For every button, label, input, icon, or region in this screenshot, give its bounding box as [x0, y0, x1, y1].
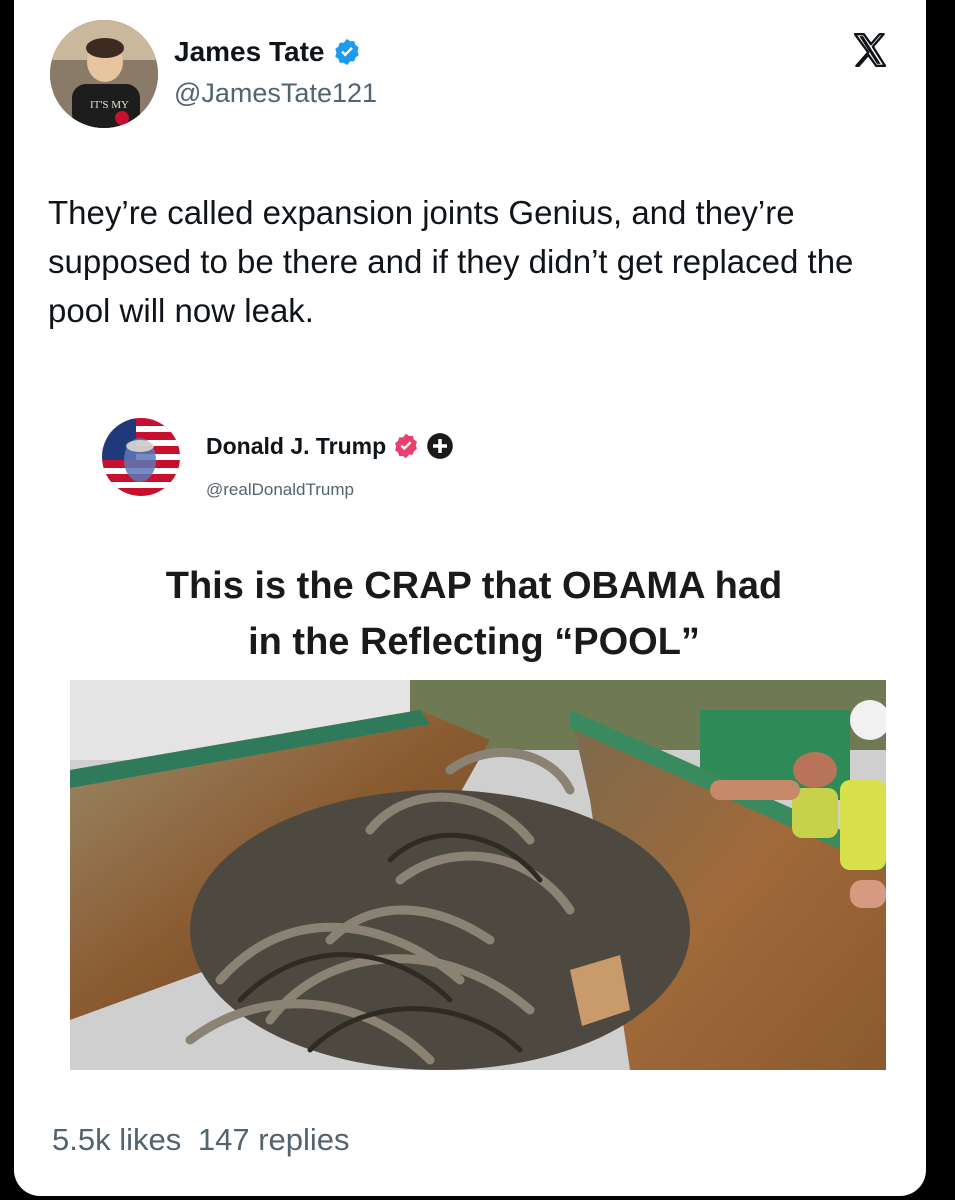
likes-count[interactable]: 5.5k likes — [52, 1122, 181, 1157]
author-name[interactable]: James Tate — [174, 36, 362, 68]
author-avatar[interactable]: IT'S MY — [50, 20, 158, 128]
dumpster-photo-graphic — [70, 680, 886, 1070]
quoted-headline-line1: This is the CRAP that OBAMA had — [165, 565, 783, 607]
quoted-headline: This is the CRAP that OBAMA had in the R… — [54, 558, 894, 670]
engagement-stats: 5.5k likes 147 replies — [52, 1122, 350, 1158]
tweet-card: IT'S MY James Tate @JamesTate121 They’re… — [14, 0, 926, 1196]
verified-pink-badge-icon — [395, 433, 418, 459]
quoted-author-handle: @realDonaldTrump — [206, 480, 354, 499]
tweet-text: They’re called expansion joints Genius, … — [48, 194, 854, 329]
x-logo-icon[interactable] — [850, 30, 890, 70]
quoted-author-name: Donald J. Trump — [206, 432, 454, 460]
replies-count[interactable]: 147 replies — [198, 1122, 350, 1157]
quoted-author-name-text: Donald J. Trump — [206, 432, 387, 459]
author-name-text[interactable]: James Tate — [174, 36, 324, 68]
verified-badge-icon — [335, 38, 360, 66]
quoted-author-avatar — [102, 418, 180, 496]
quoted-avatar-photo — [102, 418, 180, 496]
dumpster-photo[interactable] — [70, 680, 886, 1070]
quoted-headline-line2: in the Reflecting “POOL” — [248, 621, 700, 663]
author-handle[interactable]: @JamesTate121 — [174, 78, 377, 109]
plus-badge-icon — [427, 433, 454, 459]
avatar-photo: IT'S MY — [50, 20, 158, 128]
svg-text:IT'S MY: IT'S MY — [90, 99, 129, 111]
